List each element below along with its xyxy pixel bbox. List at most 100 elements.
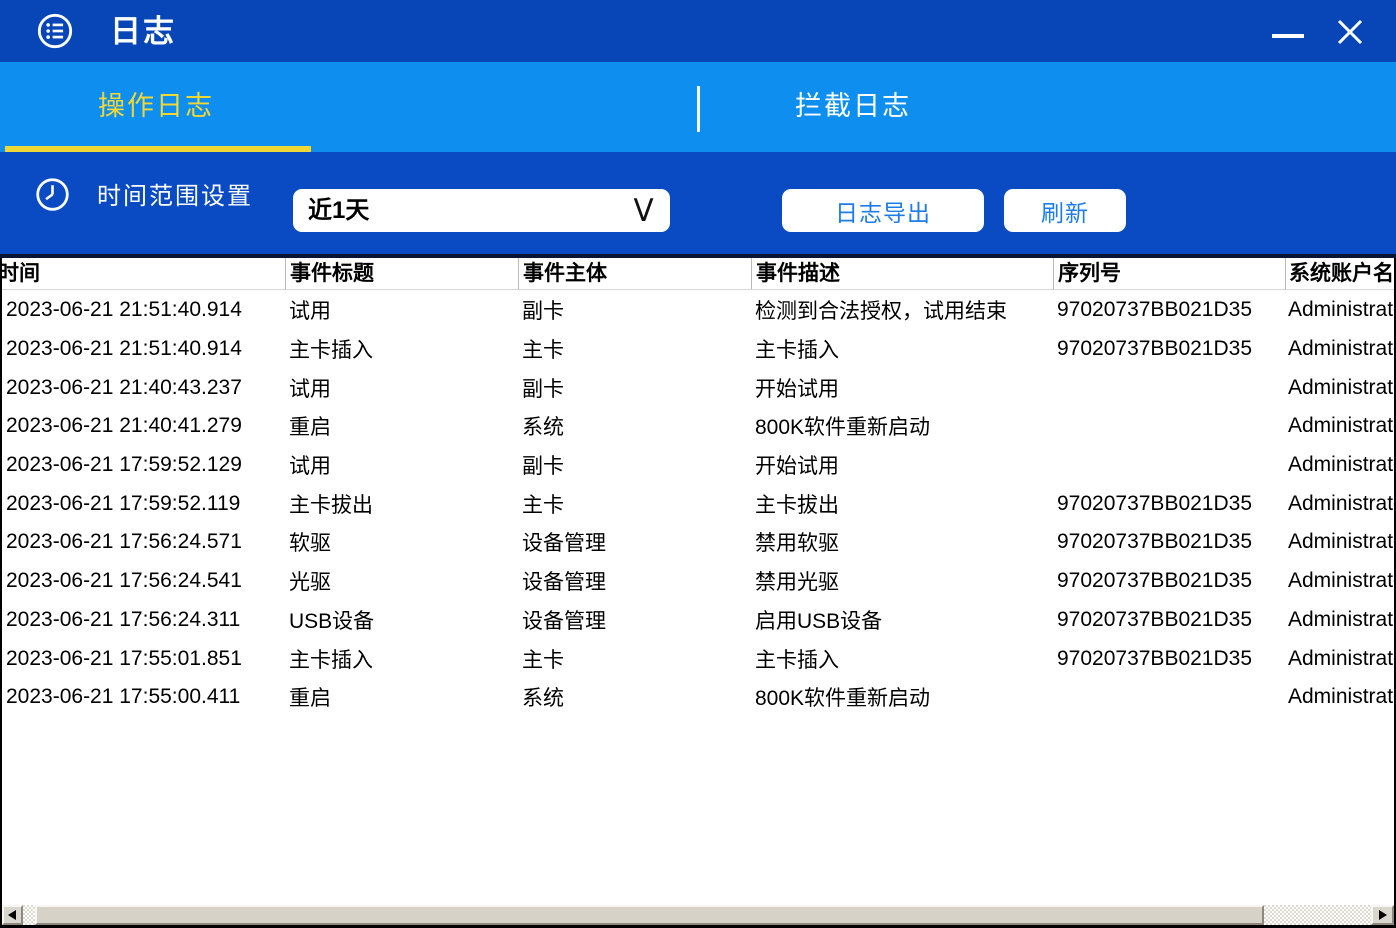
tab-operation-log[interactable]: 操作日志: [0, 62, 312, 152]
cell-event-subject: 主卡: [518, 489, 751, 519]
cell-event-desc: 禁用软驱: [751, 527, 1053, 557]
cell-event-desc: 开始试用: [751, 373, 1053, 403]
cell-time: 2023-06-21 21:51:40.914: [2, 337, 285, 361]
table-row[interactable]: 2023-06-21 21:40:41.279 重启 系统 800K软件重新启动…: [2, 407, 1394, 446]
cell-event-title: 试用: [285, 295, 518, 325]
cell-event-subject: 主卡: [518, 644, 751, 674]
cell-event-subject: 设备管理: [518, 605, 751, 635]
cell-account: Administrator: [1285, 337, 1394, 361]
table-body: 2023-06-21 21:51:40.914 试用 副卡 检测到合法授权，试用…: [2, 291, 1394, 905]
export-log-button[interactable]: 日志导出: [782, 189, 984, 232]
table-row[interactable]: 2023-06-21 17:59:52.129 试用 副卡 开始试用 Admin…: [2, 446, 1394, 485]
cell-account: Administrator: [1285, 298, 1394, 322]
column-header-event-subject[interactable]: 事件主体: [518, 258, 751, 289]
column-header-event-desc[interactable]: 事件描述: [751, 258, 1053, 289]
cell-event-desc: 禁用光驱: [751, 566, 1053, 596]
time-range-dropdown[interactable]: 近1天 V: [293, 189, 670, 232]
cell-time: 2023-06-21 17:56:24.571: [2, 530, 285, 554]
cell-event-title: 试用: [285, 373, 518, 403]
page-title: 日志: [110, 0, 176, 62]
cell-event-subject: 副卡: [518, 450, 751, 480]
cell-time: 2023-06-21 21:40:43.237: [2, 376, 285, 400]
cell-time: 2023-06-21 17:56:24.311: [2, 608, 285, 632]
cell-account: Administrator: [1285, 608, 1394, 632]
cell-serial: 97020737BB021D35: [1053, 492, 1285, 516]
scroll-right-button[interactable]: [1371, 905, 1394, 925]
cell-event-title: 重启: [285, 411, 518, 441]
cell-serial: 97020737BB021D35: [1053, 608, 1285, 632]
cell-account: Administrator: [1285, 530, 1394, 554]
cell-event-desc: 检测到合法授权，试用结束: [751, 295, 1053, 325]
tab-intercept-log[interactable]: 拦截日志: [698, 62, 1008, 152]
dropdown-arrow-icon: V: [633, 192, 653, 232]
cell-serial: 97020737BB021D35: [1053, 647, 1285, 671]
cell-event-desc: 主卡插入: [751, 644, 1053, 674]
scrollbar-track-left[interactable]: [23, 905, 35, 925]
scroll-right-arrow-icon: [1379, 910, 1387, 920]
cell-time: 2023-06-21 17:55:00.411: [2, 685, 285, 709]
table-header: 时间 事件标题 事件主体 事件描述 序列号 系统账户名: [2, 258, 1394, 290]
cell-event-desc: 800K软件重新启动: [751, 682, 1053, 712]
minimize-icon: [1272, 34, 1304, 38]
scroll-left-button[interactable]: [2, 905, 23, 925]
cell-event-desc: 主卡插入: [751, 334, 1053, 364]
cell-event-desc: 主卡拔出: [751, 489, 1053, 519]
cell-serial: 97020737BB021D35: [1053, 569, 1285, 593]
cell-event-title: 试用: [285, 450, 518, 480]
column-header-time[interactable]: 时间: [2, 258, 285, 289]
cell-serial: 97020737BB021D35: [1053, 530, 1285, 554]
title-bar: 日志: [0, 0, 1396, 62]
table-row[interactable]: 2023-06-21 21:51:40.914 试用 副卡 检测到合法授权，试用…: [2, 291, 1394, 330]
cell-time: 2023-06-21 17:59:52.119: [2, 492, 285, 516]
cell-event-subject: 副卡: [518, 373, 751, 403]
tab-bar: 操作日志 拦截日志: [0, 62, 1396, 152]
cell-time: 2023-06-21 17:59:52.129: [2, 453, 285, 477]
cell-time: 2023-06-21 17:56:24.541: [2, 569, 285, 593]
table-row[interactable]: 2023-06-21 17:56:24.311 USB设备 设备管理 启用USB…: [2, 601, 1394, 640]
table-row[interactable]: 2023-06-21 21:51:40.914 主卡插入 主卡 主卡插入 970…: [2, 330, 1394, 369]
close-button[interactable]: [1326, 0, 1374, 62]
cell-event-subject: 系统: [518, 682, 751, 712]
refresh-button[interactable]: 刷新: [1004, 189, 1126, 232]
toolbar: 时间范围设置 近1天 V 日志导出 刷新: [0, 152, 1396, 254]
time-range-label: 时间范围设置: [97, 152, 253, 242]
cell-event-subject: 设备管理: [518, 527, 751, 557]
cell-account: Administrator: [1285, 414, 1394, 438]
column-header-event-title[interactable]: 事件标题: [285, 258, 518, 289]
table-row[interactable]: 2023-06-21 17:56:24.541 光驱 设备管理 禁用光驱 970…: [2, 562, 1394, 601]
cell-account: Administrator: [1285, 376, 1394, 400]
scrollbar-track-right[interactable]: [1264, 905, 1371, 925]
cell-account: Administrator: [1285, 569, 1394, 593]
cell-serial: 97020737BB021D35: [1053, 337, 1285, 361]
cell-account: Administrator: [1285, 492, 1394, 516]
cell-event-title: USB设备: [285, 605, 518, 635]
cell-event-subject: 系统: [518, 411, 751, 441]
cell-time: 2023-06-21 17:55:01.851: [2, 647, 285, 671]
menu-list-icon-svg: [36, 12, 74, 50]
minimize-button[interactable]: [1266, 0, 1310, 62]
cell-event-title: 主卡插入: [285, 334, 518, 364]
cell-event-desc: 启用USB设备: [751, 605, 1053, 635]
cell-account: Administrator: [1285, 685, 1394, 709]
table-row[interactable]: 2023-06-21 17:56:24.571 软驱 设备管理 禁用软驱 970…: [2, 523, 1394, 562]
table-row[interactable]: 2023-06-21 17:55:01.851 主卡插入 主卡 主卡插入 970…: [2, 639, 1394, 678]
scrollbar-thumb[interactable]: [35, 905, 1264, 925]
cell-event-subject: 主卡: [518, 334, 751, 364]
cell-event-title: 软驱: [285, 527, 518, 557]
cell-time: 2023-06-21 21:40:41.279: [2, 414, 285, 438]
cell-event-title: 光驱: [285, 566, 518, 596]
close-icon: [1330, 12, 1370, 52]
table-row[interactable]: 2023-06-21 17:55:00.411 重启 系统 800K软件重新启动…: [2, 678, 1394, 717]
column-header-account[interactable]: 系统账户名: [1285, 258, 1394, 289]
cell-event-title: 主卡拔出: [285, 489, 518, 519]
cell-event-subject: 设备管理: [518, 566, 751, 596]
cell-time: 2023-06-21 21:51:40.914: [2, 298, 285, 322]
table-row[interactable]: 2023-06-21 17:59:52.119 主卡拔出 主卡 主卡拔出 970…: [2, 484, 1394, 523]
cell-event-title: 主卡插入: [285, 644, 518, 674]
column-header-serial[interactable]: 序列号: [1053, 258, 1285, 289]
table-row[interactable]: 2023-06-21 21:40:43.237 试用 副卡 开始试用 Admin…: [2, 368, 1394, 407]
clock-icon: [34, 176, 71, 213]
menu-list-icon[interactable]: [36, 12, 74, 50]
horizontal-scrollbar[interactable]: [2, 905, 1394, 925]
cell-account: Administrator: [1285, 647, 1394, 671]
